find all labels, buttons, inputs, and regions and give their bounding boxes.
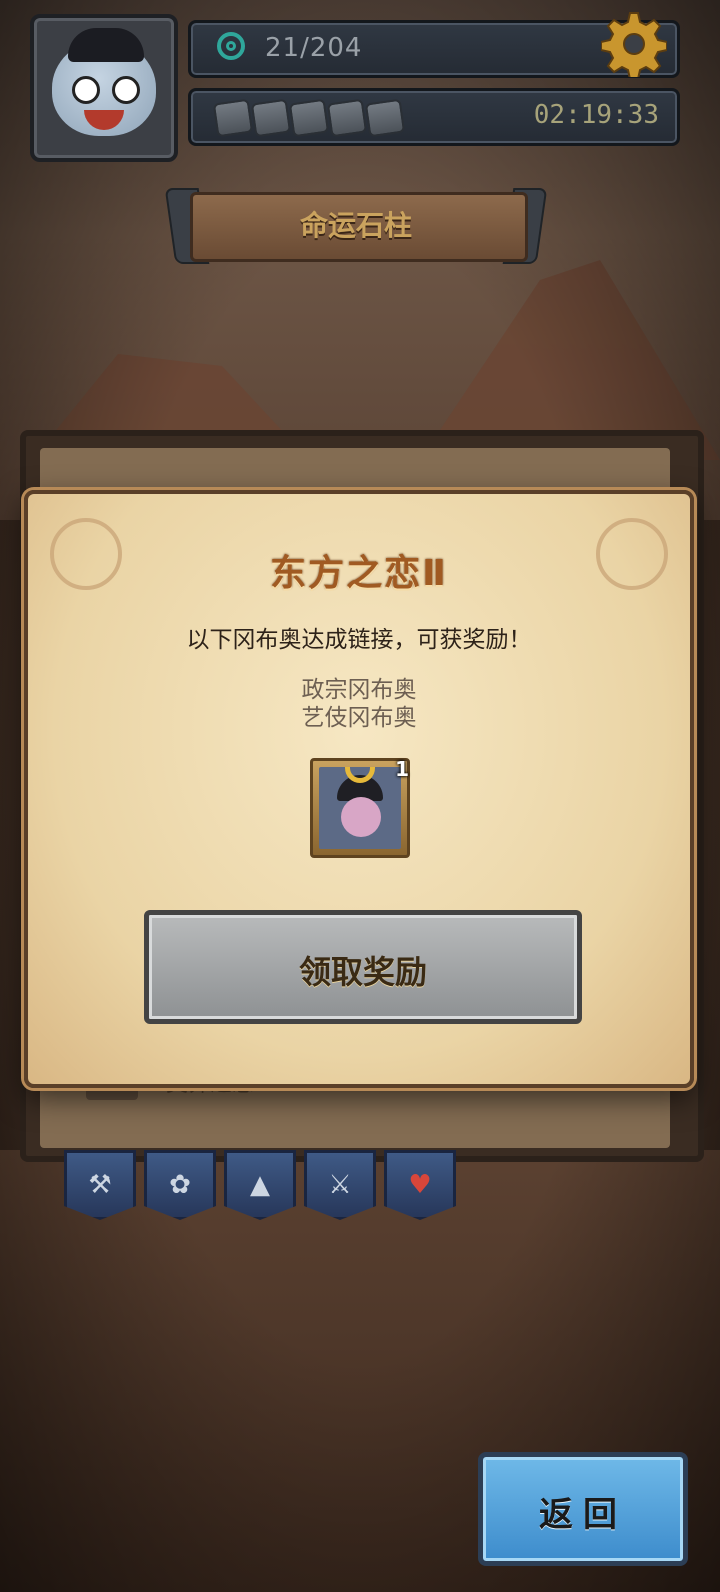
claim-reward-button[interactable]: 领取奖励 [144, 910, 582, 1024]
reward-count: 1 [395, 757, 409, 781]
linked-name: 艺伎冈布奥 [301, 705, 417, 731]
avatar-hat [68, 28, 144, 62]
claim-reward-label: 领取奖励 [298, 953, 427, 991]
linked-name: 政宗冈布奥 [301, 677, 417, 703]
countdown-timer: 02:19:33 [533, 100, 659, 130]
linked-names: 政宗冈布奥 艺伎冈布奥 [28, 676, 690, 732]
gear-icon[interactable] [601, 11, 667, 77]
stone-slot [250, 98, 292, 138]
avatar-eye [112, 76, 140, 104]
banner-pets-icon[interactable]: ✿ [144, 1150, 216, 1220]
back-button[interactable]: 返回 [478, 1452, 688, 1566]
samurai-gumball-icon [319, 767, 401, 849]
stone-slot [326, 98, 368, 138]
energy-counter: 21/204 [265, 33, 363, 63]
stone-slot [212, 98, 254, 138]
stone-slot [364, 98, 406, 138]
stone-slot [288, 98, 330, 138]
player-avatar[interactable] [30, 14, 178, 162]
dialog-title: 东方之恋Ⅱ [270, 553, 448, 594]
energy-bar: 21/204 [188, 12, 680, 78]
category-banners: ⚒ ✿ ▲ ⚔ ♥ [64, 1150, 456, 1220]
dialog-subtitle: 以下冈布奥达成链接，可获奖励！ [186, 627, 532, 653]
title-plank: 命运石柱 [164, 188, 548, 264]
energy-swirl-icon [217, 32, 245, 60]
stone-slot-bar: 02:19:33 [188, 88, 680, 146]
banner-heart-icon[interactable]: ♥ [384, 1150, 456, 1220]
reward-dialog: 东方之恋Ⅱ 以下冈布奥达成链接，可获奖励！ 政宗冈布奥 艺伎冈布奥 1 领取奖励 [24, 490, 694, 1088]
page-title: 命运石柱 [299, 209, 412, 242]
banner-swords-icon[interactable]: ⚔ [304, 1150, 376, 1220]
banner-graduation-icon[interactable]: ▲ [224, 1150, 296, 1220]
avatar-eye [72, 76, 100, 104]
reward-item[interactable]: 1 [310, 757, 410, 858]
back-button-label: 返回 [539, 1495, 627, 1535]
gumball-face [341, 797, 381, 837]
banner-hammer-icon[interactable]: ⚒ [64, 1150, 136, 1220]
